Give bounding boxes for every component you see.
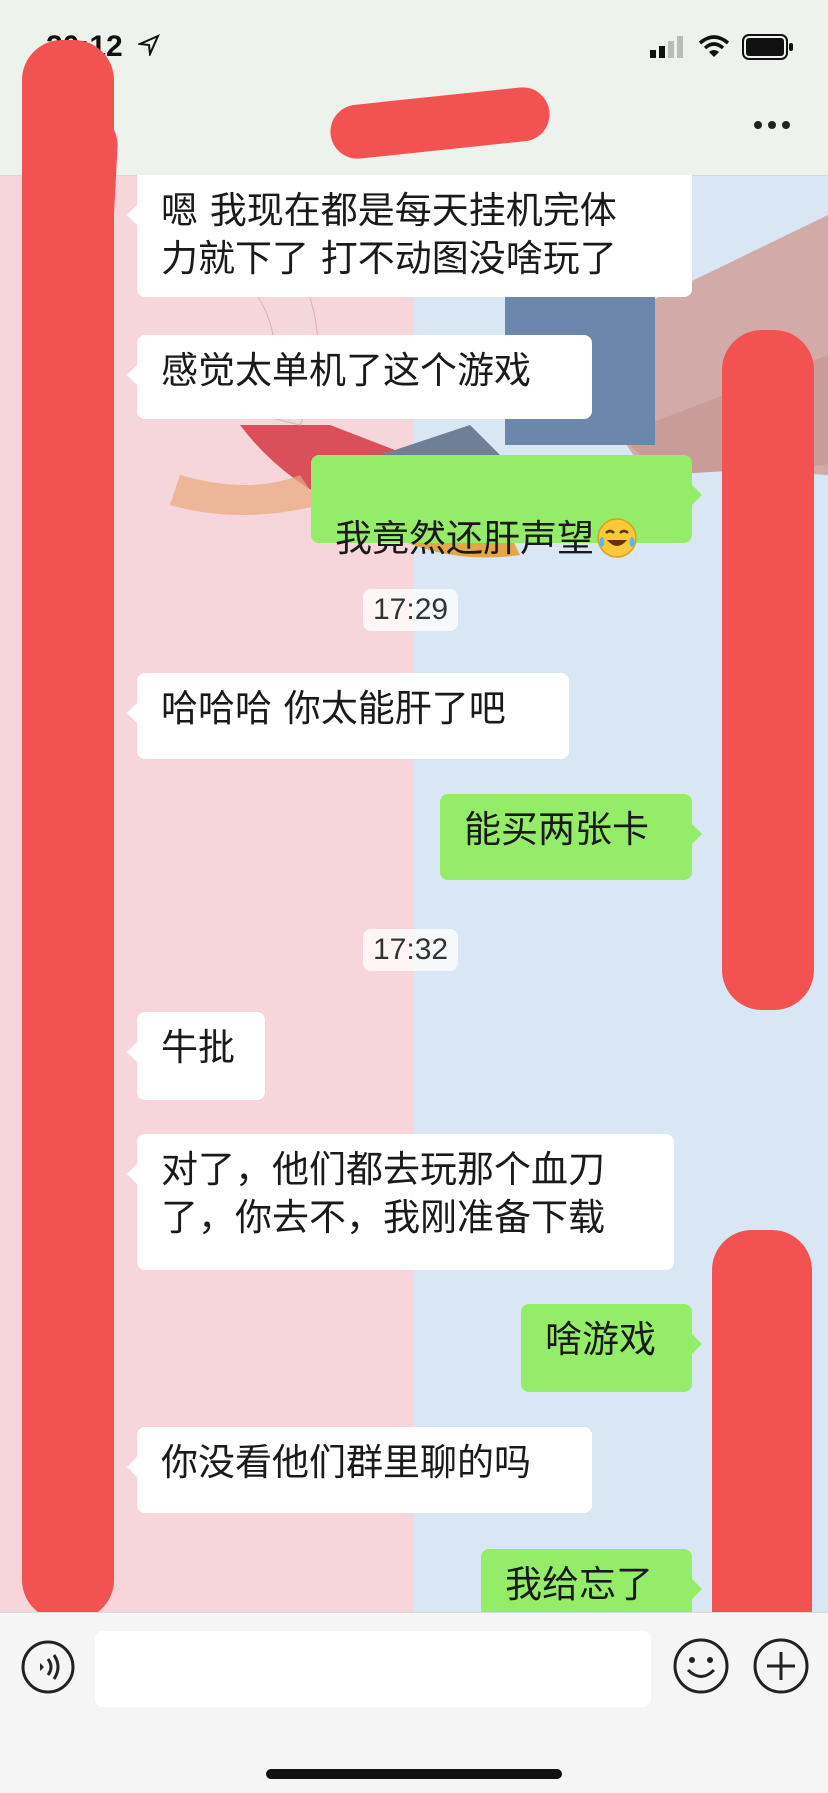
home-indicator — [266, 1769, 562, 1779]
message-bubble[interactable]: 哈哈哈 你太能肝了吧 — [127, 673, 569, 759]
message-timestamp: 17:29 — [363, 589, 459, 631]
location-arrow-icon — [138, 34, 160, 56]
message-bubble[interactable]: 你没看他们群里聊的吗 — [127, 1427, 592, 1513]
message-text: 我竟然还肝声望 — [335, 517, 594, 560]
battery-icon — [742, 34, 793, 60]
message-bubble[interactable]: 感觉太单机了这个游戏 — [127, 335, 592, 419]
message-bubble[interactable]: 我给忘了 — [481, 1549, 702, 1612]
input-bar — [0, 1612, 828, 1793]
message-bubble[interactable]: 啥游戏 — [521, 1304, 702, 1392]
voice-icon[interactable] — [20, 1639, 76, 1695]
redaction-right-avatars — [722, 330, 814, 1010]
plus-icon[interactable] — [752, 1637, 810, 1695]
wifi-icon — [698, 35, 730, 57]
message-bubble[interactable]: 能买两张卡 — [440, 794, 702, 880]
message-bubble[interactable]: 对了，他们都去玩那个血刀 了，你去不，我刚准备下载 — [127, 1134, 674, 1270]
message-timestamp: 17:32 — [363, 929, 459, 971]
message-input[interactable] — [95, 1631, 651, 1707]
message-bubble[interactable]: 嗯 我现在都是每天挂机完体 力就下了 打不动图没啥玩了 — [127, 175, 692, 297]
status-icons — [650, 34, 794, 60]
message-bubble[interactable]: 牛批 — [127, 1012, 265, 1100]
more-icon[interactable] — [752, 118, 792, 132]
laughing-crying-emoji-icon — [597, 518, 637, 558]
signal-icon — [650, 36, 683, 58]
message-bubble[interactable]: 我竟然还肝声望 — [311, 455, 702, 560]
emoji-icon[interactable] — [672, 1637, 730, 1695]
